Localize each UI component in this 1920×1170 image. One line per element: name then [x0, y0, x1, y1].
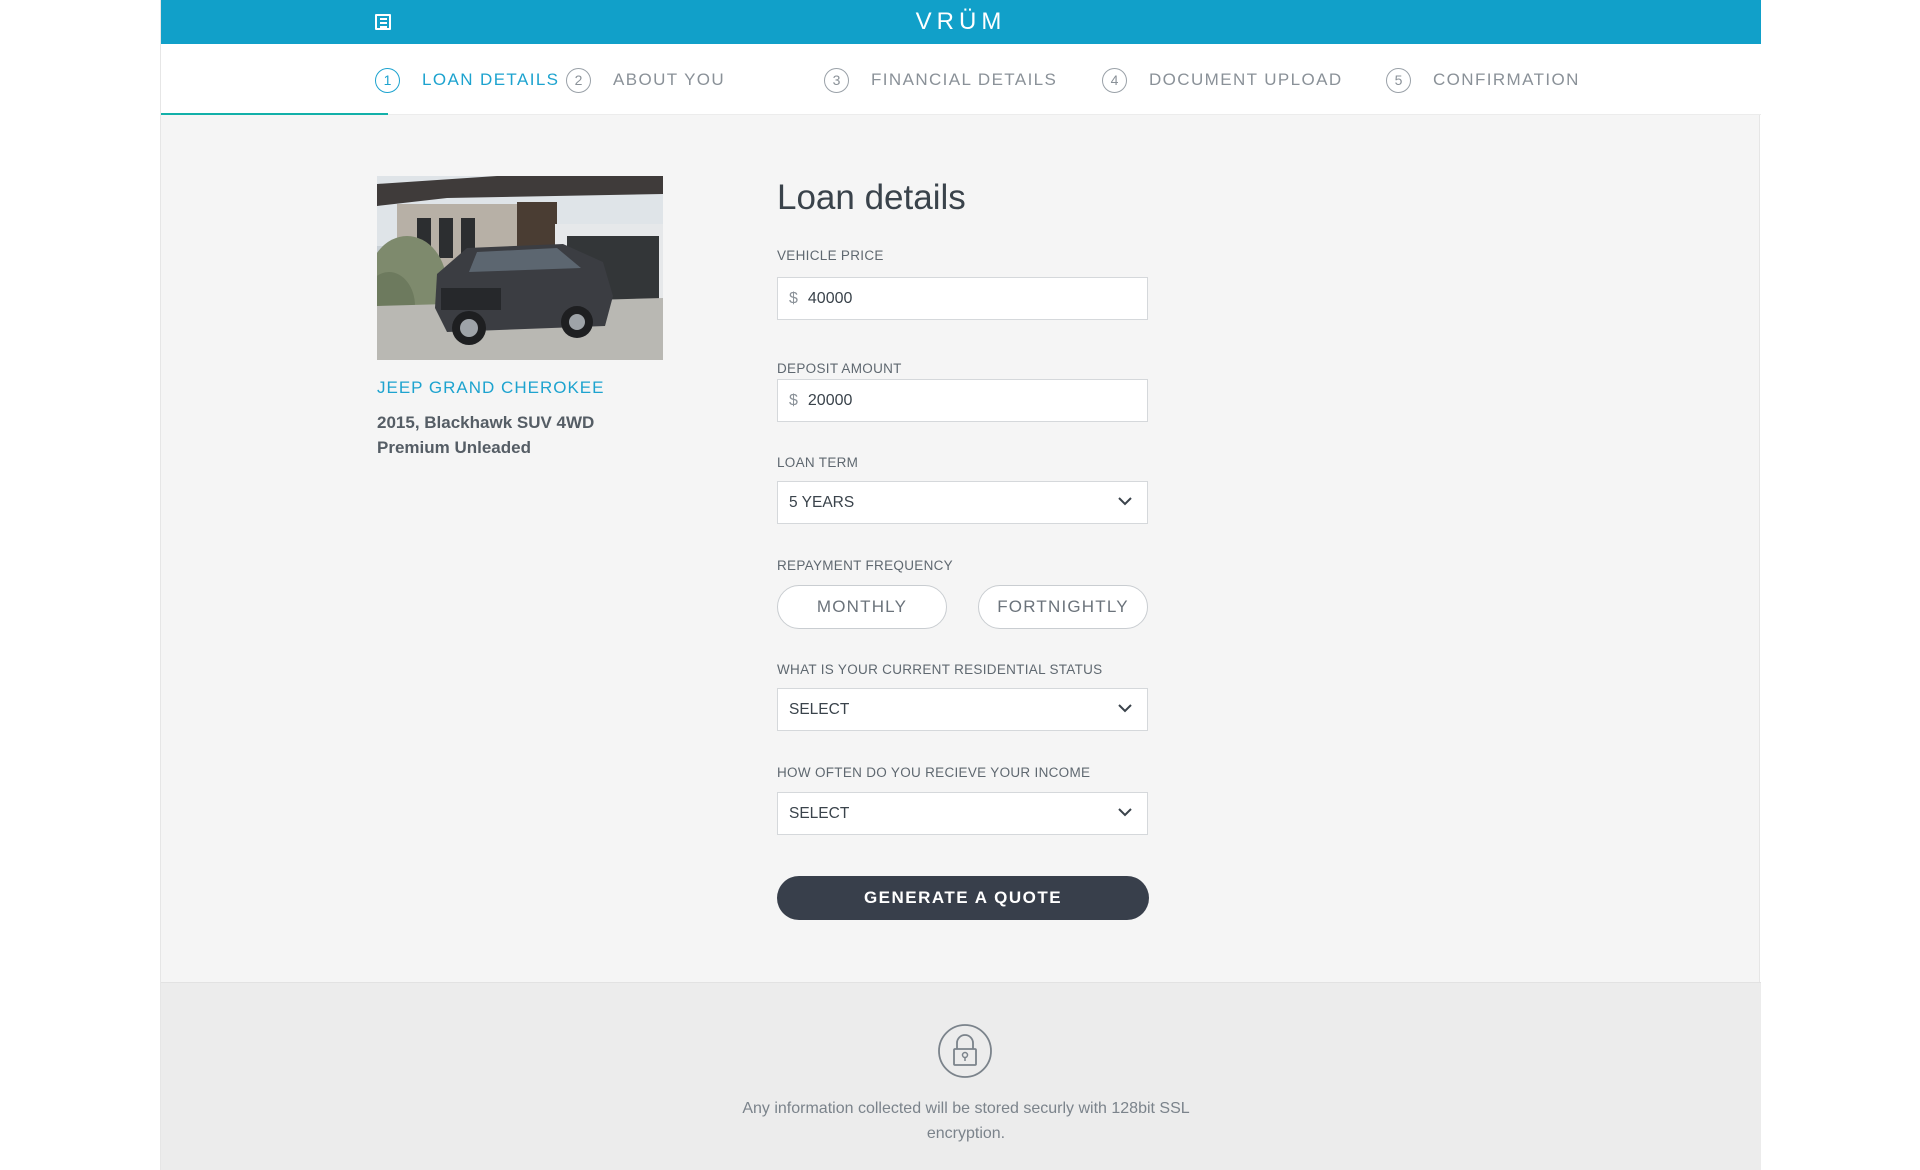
income-frequency-label: HOW OFTEN DO YOU RECIEVE YOUR INCOME	[777, 765, 1091, 780]
residential-status-value: SELECT	[789, 700, 850, 718]
vehicle-price-input[interactable]: $ 40000	[777, 277, 1148, 320]
step-navigation: 1 LOAN DETAILS 2 ABOUT YOU 3 FINANCIAL D…	[161, 44, 1761, 115]
step-label: DOCUMENT UPLOAD	[1149, 70, 1343, 89]
security-footer: Any information collected will be stored…	[161, 982, 1761, 1170]
lock-icon	[938, 1024, 992, 1078]
loan-term-label: LOAN TERM	[777, 455, 859, 470]
step-label: ABOUT YOU	[613, 70, 726, 89]
income-frequency-value: SELECT	[789, 804, 850, 822]
vehicle-description: 2015, Blackhawk SUV 4WD Premium Unleaded	[377, 413, 595, 457]
loan-term-select[interactable]: 5 YEARS	[777, 481, 1148, 524]
step-number: 5	[1386, 67, 1411, 93]
step-number: 4	[1102, 67, 1127, 93]
monthly-option-button[interactable]: MONTHLY	[777, 585, 947, 629]
loan-term-value: 5 YEARS	[789, 493, 855, 511]
deposit-amount-label: DEPOSIT AMOUNT	[777, 361, 902, 376]
repayment-frequency-label: REPAYMENT FREQUENCY	[777, 558, 953, 573]
vehicle-photo	[377, 176, 663, 360]
step-number: 3	[824, 67, 849, 93]
step-number: 1	[375, 67, 400, 93]
step-confirmation[interactable]: 5 CONFIRMATION	[1386, 66, 1580, 94]
step-loan-details[interactable]: 1 LOAN DETAILS	[375, 66, 559, 94]
chevron-down-icon	[1118, 497, 1132, 506]
deposit-amount-value: 20000	[807, 391, 853, 409]
step-financial-details[interactable]: 3 FINANCIAL DETAILS	[824, 66, 1057, 94]
step-label: LOAN DETAILS	[422, 70, 560, 89]
income-frequency-select[interactable]: SELECT	[777, 792, 1148, 835]
fortnightly-option-button[interactable]: FORTNIGHTLY	[978, 585, 1148, 629]
residential-status-label: WHAT IS YOUR CURRENT RESIDENTIAL STATUS	[777, 662, 1103, 677]
step-document-upload[interactable]: 4 DOCUMENT UPLOAD	[1102, 66, 1343, 94]
brand-logo[interactable]: VRÜM	[161, 8, 1761, 36]
page-title: Loan details	[777, 178, 966, 217]
top-bar: VRÜM	[161, 0, 1761, 44]
currency-symbol: $	[789, 391, 798, 409]
step-about-you[interactable]: 2 ABOUT YOU	[566, 66, 725, 94]
step-label: CONFIRMATION	[1433, 70, 1580, 89]
chevron-down-icon	[1118, 808, 1132, 817]
vehicle-name: JEEP GRAND CHEROKEE	[377, 378, 605, 397]
deposit-amount-input[interactable]: $ 20000	[777, 379, 1148, 422]
vehicle-price-value: 40000	[807, 289, 853, 307]
currency-symbol: $	[789, 289, 798, 307]
step-label: FINANCIAL DETAILS	[871, 70, 1058, 89]
step-progress-indicator	[161, 113, 388, 115]
security-notice: Any information collected will be stored…	[742, 1100, 1190, 1142]
vehicle-price-label: VEHICLE PRICE	[777, 248, 884, 263]
page: VRÜM 1 LOAN DETAILS 2 ABOUT YOU 3 FINANC…	[0, 0, 1920, 1170]
step-number: 2	[566, 67, 591, 93]
residential-status-select[interactable]: SELECT	[777, 688, 1148, 731]
chevron-down-icon	[1118, 704, 1132, 713]
generate-quote-button[interactable]: GENERATE A QUOTE	[777, 876, 1149, 920]
app-frame: VRÜM 1 LOAN DETAILS 2 ABOUT YOU 3 FINANC…	[160, 0, 1761, 1170]
